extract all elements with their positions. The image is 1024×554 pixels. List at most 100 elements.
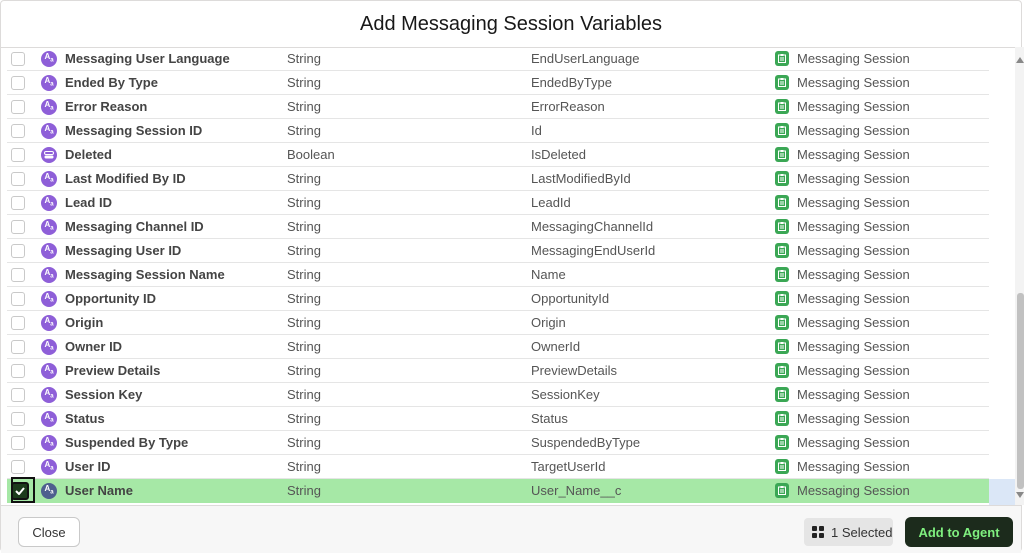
- table-row[interactable]: Aa User ID String TargetUserId Messaging…: [7, 455, 989, 479]
- scroll-down-arrow-icon[interactable]: [1016, 492, 1024, 498]
- table-row[interactable]: Aa Opportunity ID String OpportunityId M…: [7, 287, 989, 311]
- clipboard-object-icon: [775, 291, 789, 306]
- field-type: String: [287, 195, 321, 210]
- field-type: String: [287, 291, 321, 306]
- row-checkbox[interactable]: [11, 99, 25, 114]
- field-object: Messaging Session: [797, 315, 910, 330]
- table-scrollbar[interactable]: [1015, 47, 1024, 505]
- row-checkbox[interactable]: [11, 219, 25, 234]
- field-label: User Name: [65, 483, 133, 498]
- field-type: String: [287, 75, 321, 90]
- field-api-name: PreviewDetails: [531, 363, 617, 378]
- table-row[interactable]: Aa Lead ID String LeadId Messaging Sessi…: [7, 191, 989, 215]
- row-checkbox[interactable]: [11, 435, 25, 450]
- table-row[interactable]: Aa Session Key String SessionKey Messagi…: [7, 383, 989, 407]
- row-checkbox[interactable]: [11, 195, 25, 210]
- field-object: Messaging Session: [797, 291, 910, 306]
- row-checkbox[interactable]: [11, 291, 25, 306]
- text-type-icon: Aa: [41, 98, 57, 115]
- row-checkbox[interactable]: [11, 267, 25, 282]
- text-type-icon: Aa: [41, 194, 57, 211]
- field-api-name: MessagingChannelId: [531, 219, 654, 234]
- table-row[interactable]: Aa Messaging User ID String MessagingEnd…: [7, 239, 989, 263]
- field-api-name: LeadId: [531, 195, 571, 210]
- table-row[interactable]: Aa Messaging Session Name String Name Me…: [7, 263, 989, 287]
- clipboard-object-icon: [775, 51, 789, 66]
- field-label: Suspended By Type: [65, 435, 189, 450]
- table-row[interactable]: Aa Error Reason String ErrorReason Messa…: [7, 95, 989, 119]
- field-object: Messaging Session: [797, 75, 910, 90]
- table-row[interactable]: Aa Messaging Channel ID String Messaging…: [7, 215, 989, 239]
- row-checkbox[interactable]: [11, 147, 25, 162]
- table-row[interactable]: Aa Messaging Session ID String Id Messag…: [7, 119, 989, 143]
- field-api-name: MessagingEndUserId: [531, 243, 656, 258]
- row-checkbox[interactable]: [11, 51, 25, 66]
- text-type-icon: Aa: [41, 386, 57, 403]
- table-row[interactable]: Deleted Boolean IsDeleted Messaging Sess…: [7, 143, 989, 167]
- field-type: String: [287, 339, 321, 354]
- row-checkbox[interactable]: [11, 387, 25, 402]
- table-row[interactable]: Aa Messaging User Language String EndUse…: [7, 47, 989, 71]
- table-row[interactable]: Aa Suspended By Type String SuspendedByT…: [7, 431, 989, 455]
- field-api-name: TargetUserId: [531, 459, 606, 474]
- field-object: Messaging Session: [797, 435, 910, 450]
- field-label: Status: [65, 411, 105, 426]
- clipboard-object-icon: [775, 171, 789, 186]
- clipboard-object-icon: [775, 123, 789, 138]
- field-api-name: Name: [531, 267, 566, 282]
- selected-count-button[interactable]: 1 Selected: [804, 518, 893, 546]
- field-object: Messaging Session: [797, 147, 910, 162]
- clipboard-object-icon: [775, 483, 789, 498]
- row-checkbox[interactable]: [11, 75, 25, 90]
- field-label: Last Modified By ID: [65, 171, 186, 186]
- field-label: Messaging User ID: [65, 243, 182, 258]
- scroll-up-arrow-icon[interactable]: [1016, 57, 1024, 63]
- field-object: Messaging Session: [797, 267, 910, 282]
- checkbox-focus-ring: [11, 477, 35, 503]
- row-checkbox[interactable]: [11, 243, 25, 258]
- add-to-agent-button[interactable]: Add to Agent: [905, 517, 1013, 547]
- clipboard-object-icon: [775, 435, 789, 450]
- clipboard-object-icon: [775, 75, 789, 90]
- text-type-icon: Aa: [41, 74, 57, 91]
- clipboard-object-icon: [775, 387, 789, 402]
- row-checkbox[interactable]: [11, 459, 25, 474]
- table-row[interactable]: Aa Last Modified By ID String LastModifi…: [7, 167, 989, 191]
- field-type: String: [287, 99, 321, 114]
- modal-header: Add Messaging Session Variables: [1, 1, 1021, 48]
- field-type: String: [287, 219, 321, 234]
- text-type-icon: Aa: [41, 50, 57, 67]
- text-type-icon: Aa: [41, 482, 57, 499]
- text-type-icon: Aa: [41, 266, 57, 283]
- clipboard-object-icon: [775, 99, 789, 114]
- row-checkbox[interactable]: [11, 315, 25, 330]
- row-checkbox[interactable]: [11, 339, 25, 354]
- field-label: Ended By Type: [65, 75, 158, 90]
- table-row[interactable]: Aa User Name String User_Name__c Messagi…: [7, 477, 989, 503]
- clipboard-object-icon: [775, 411, 789, 426]
- table-row[interactable]: Aa Origin String Origin Messaging Sessio…: [7, 311, 989, 335]
- field-label: Error Reason: [65, 99, 148, 114]
- row-checkbox[interactable]: [11, 123, 25, 138]
- table-row[interactable]: Aa Status String Status Messaging Sessio…: [7, 407, 989, 431]
- close-button[interactable]: Close: [18, 517, 80, 547]
- row-checkbox[interactable]: [11, 363, 25, 378]
- field-api-name: IsDeleted: [531, 147, 586, 162]
- clipboard-object-icon: [775, 315, 789, 330]
- row-checkbox[interactable]: [11, 171, 25, 186]
- field-object: Messaging Session: [797, 195, 910, 210]
- field-api-name: EndedByType: [531, 75, 612, 90]
- table-row[interactable]: Aa Owner ID String OwnerId Messaging Ses…: [7, 335, 989, 359]
- table-row[interactable]: Aa Preview Details String PreviewDetails…: [7, 359, 989, 383]
- table-row[interactable]: Aa Ended By Type String EndedByType Mess…: [7, 71, 989, 95]
- field-type: String: [287, 411, 321, 426]
- field-api-name: Status: [531, 411, 568, 426]
- scroll-thumb[interactable]: [1017, 293, 1024, 489]
- field-object: Messaging Session: [797, 483, 910, 498]
- text-type-icon: Aa: [41, 314, 57, 331]
- row-checkbox[interactable]: [11, 411, 25, 426]
- text-type-icon: Aa: [41, 218, 57, 235]
- text-type-icon: Aa: [41, 434, 57, 451]
- field-type: String: [287, 243, 321, 258]
- field-api-name: Id: [531, 123, 542, 138]
